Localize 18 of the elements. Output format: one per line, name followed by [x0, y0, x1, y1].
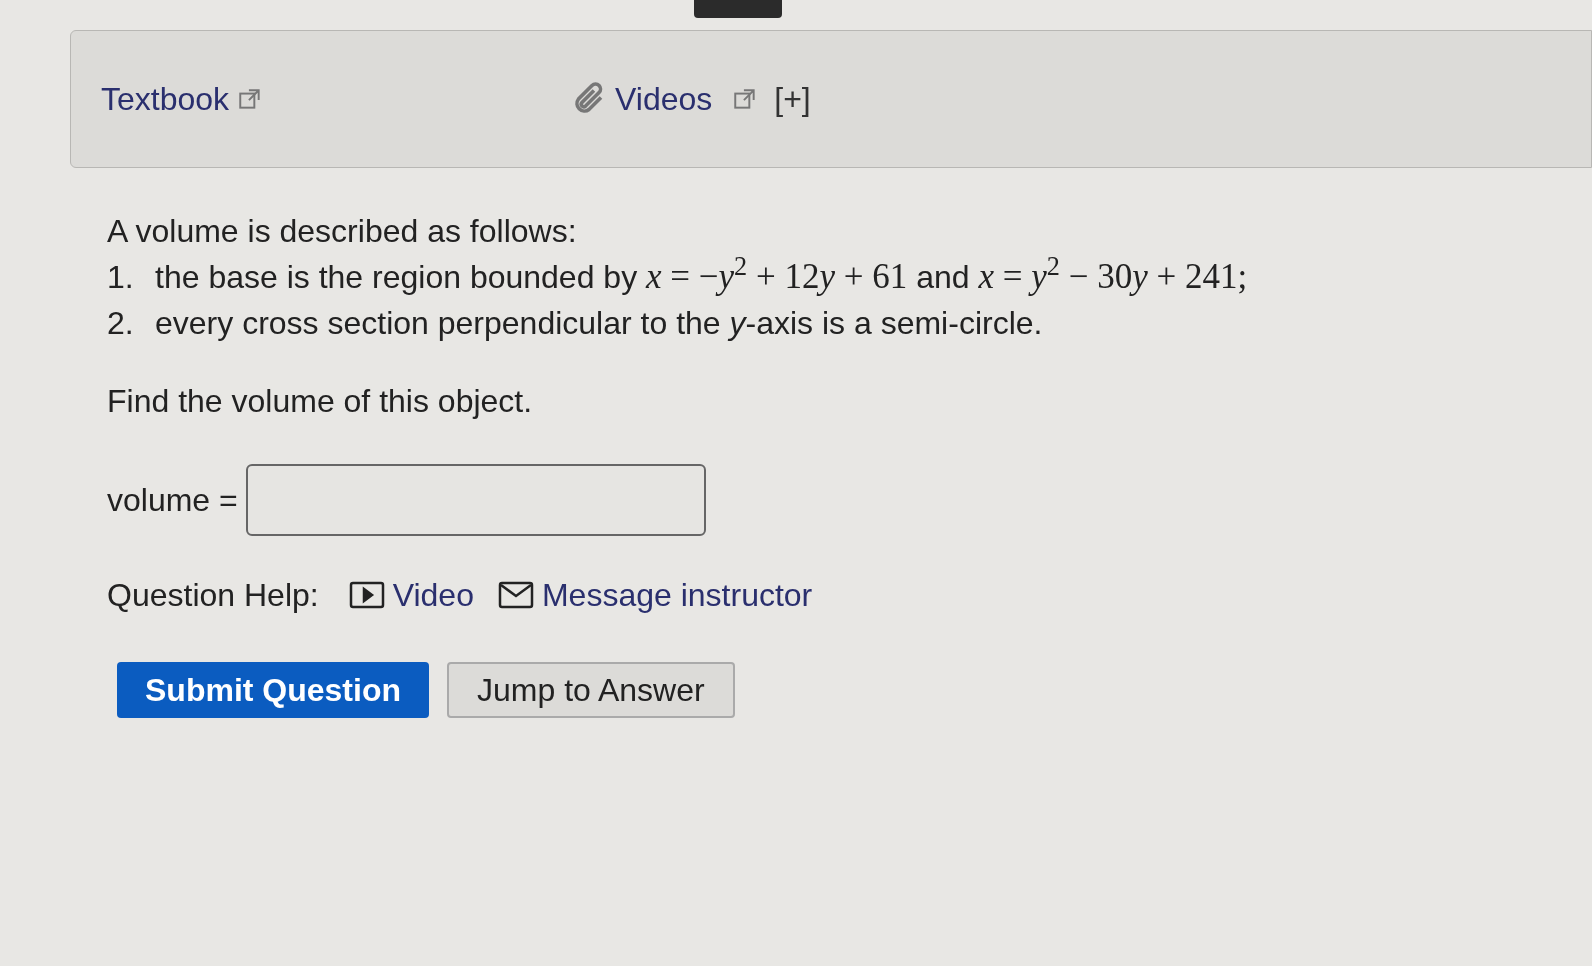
jump-button[interactable]: Jump to Answer: [447, 662, 735, 718]
expand-link[interactable]: [+]: [774, 75, 811, 123]
submit-button[interactable]: Submit Question: [117, 662, 429, 718]
message-link[interactable]: Message instructor: [497, 572, 813, 618]
list-number: 1.: [107, 258, 135, 297]
videos-link[interactable]: Videos: [615, 75, 759, 123]
envelope-icon: [497, 581, 534, 609]
question-prompt: Find the volume of this object.: [107, 382, 534, 421]
help-label: Question Help:: [107, 576, 319, 615]
answer-label: volume =: [107, 481, 238, 520]
question-intro: A volume is described as follows:: [107, 212, 578, 251]
play-icon: [348, 581, 385, 609]
answer-field[interactable]: [245, 464, 706, 536]
video-link[interactable]: Video: [348, 572, 474, 618]
list-item-text: the base is the region bounded by x = −y$^{2}$ + 12y + 61 and x = y$^{2}$ − 30y + 241;: [155, 254, 1248, 298]
list-item-text: every cross section perpendicular to the y-axis is a semi-circle.: [155, 304, 1043, 343]
list-number: 2.: [107, 304, 135, 343]
textbook-link[interactable]: Textbook: [101, 75, 571, 123]
